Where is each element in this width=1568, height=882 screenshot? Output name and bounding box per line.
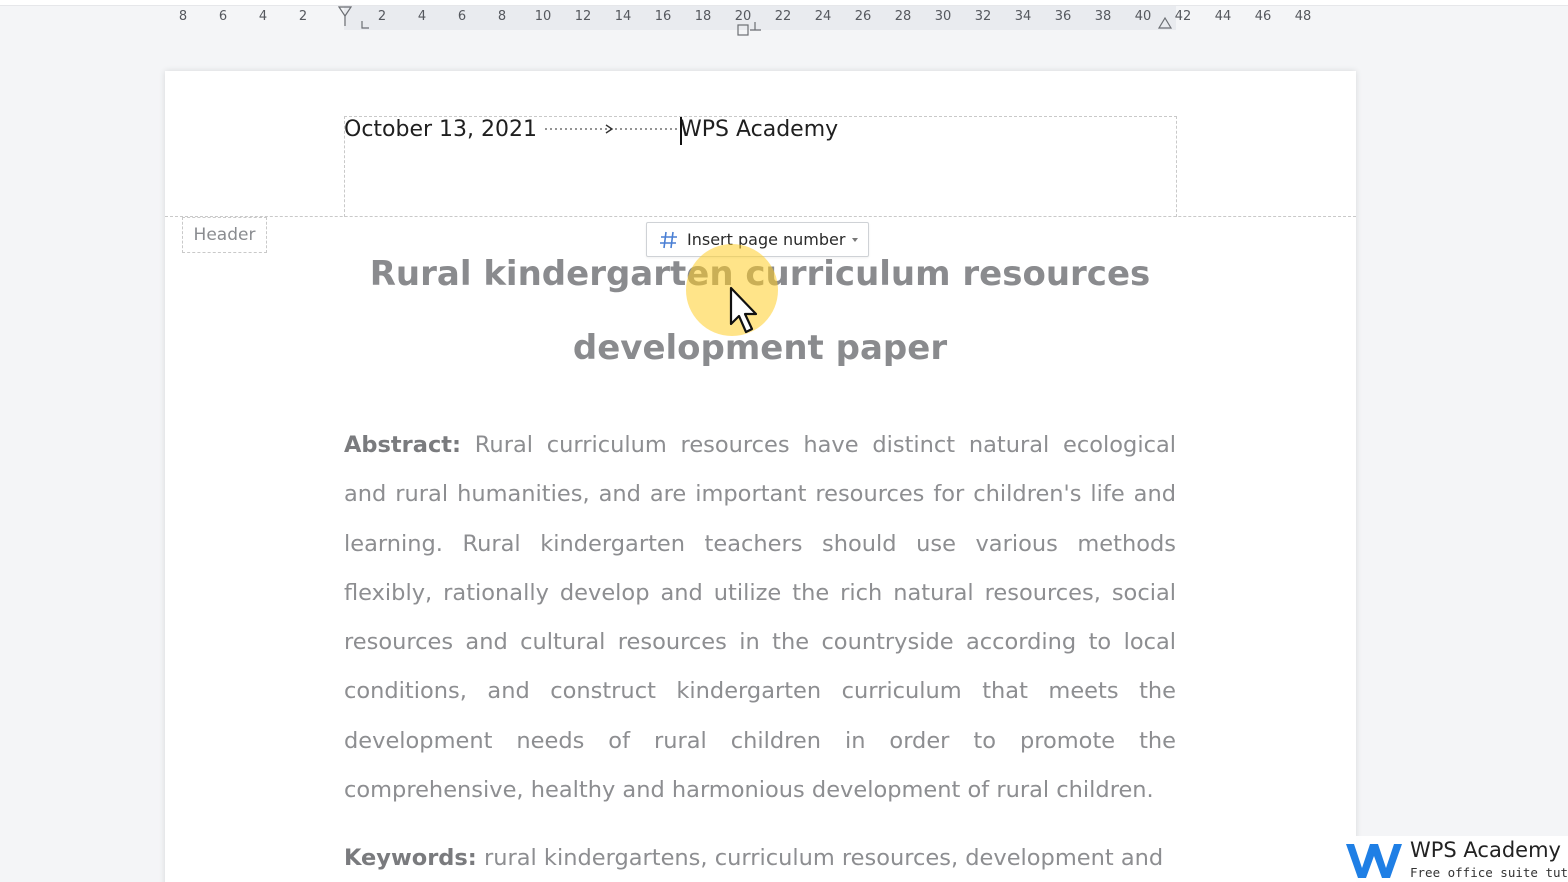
- mouse-pointer-icon: [729, 286, 758, 334]
- ruler-tick-label: 4: [258, 9, 268, 24]
- document-page[interactable]: October 13, 2021 WPS Academy Header Inse…: [165, 71, 1356, 882]
- ruler-tick-label: 8: [178, 9, 188, 24]
- ruler-tick-label: 36: [1054, 9, 1072, 24]
- ruler-tick-label: 46: [1254, 9, 1272, 24]
- ruler-tick-label: 8: [497, 9, 507, 24]
- tab-character-icon: [545, 124, 679, 134]
- ruler-tick-label: 30: [934, 9, 952, 24]
- keywords-paragraph[interactable]: Keywords: rural kindergartens, curriculu…: [344, 836, 1176, 880]
- ruler-tick-label: 22: [774, 9, 792, 24]
- keywords-label: Keywords:: [344, 845, 477, 871]
- brand-tagline: Free office suite tutorials: [1410, 865, 1568, 880]
- ruler-tick-label: 14: [614, 9, 632, 24]
- chevron-down-icon: [852, 237, 859, 242]
- left-tab-stop-icon[interactable]: [361, 20, 371, 30]
- hash-icon: [660, 231, 677, 248]
- first-line-indent-marker-icon[interactable]: [337, 6, 353, 28]
- ruler-tick-label: 44: [1214, 9, 1232, 24]
- horizontal-ruler[interactable]: 8 6 4 2 2 4 6 8 10 12 14 16 18 20 22 24 26 28 30 32 34 36 38 40…: [0, 6, 1568, 36]
- ruler-tick-label: 48: [1294, 9, 1312, 24]
- ruler-tick-label: 4: [417, 9, 427, 24]
- ruler-tick-label: 6: [218, 9, 228, 24]
- brand-name: WPS Academy: [1410, 838, 1561, 862]
- ruler-tick-label: 32: [974, 9, 992, 24]
- wps-logo-icon: [1346, 844, 1402, 878]
- header-label: Header: [182, 217, 267, 253]
- header-right-text[interactable]: WPS Academy: [680, 117, 838, 142]
- ruler-tick-label: 16: [654, 9, 672, 24]
- ruler-tick-label: 10: [534, 9, 552, 24]
- ruler-tick-label: 2: [377, 9, 387, 24]
- abstract-text: Rural curriculum resources have distinct…: [344, 432, 1176, 804]
- ruler-tick-label: 12: [574, 9, 592, 24]
- ruler-tick-label: 40: [1134, 9, 1152, 24]
- ruler-tick-label: 34: [1014, 9, 1032, 24]
- center-tab-stop-icon[interactable]: [737, 20, 769, 38]
- ruler-tick-label: 6: [457, 9, 467, 24]
- ruler-tick-label: 28: [894, 9, 912, 24]
- ruler-tick-label: 38: [1094, 9, 1112, 24]
- right-indent-marker-icon[interactable]: [1157, 16, 1173, 30]
- header-date[interactable]: October 13, 2021: [344, 117, 537, 142]
- ruler-tick-label: 26: [854, 9, 872, 24]
- ruler-tick-label: 24: [814, 9, 832, 24]
- ruler-tick-label: 2: [298, 9, 308, 24]
- ruler-tick-label: 18: [694, 9, 712, 24]
- insert-page-number-label: Insert page number: [687, 230, 846, 249]
- wps-academy-watermark: WPS Academy Free office suite tutorials: [1342, 836, 1568, 882]
- text-caret: [680, 117, 682, 145]
- header-boundary-line: [165, 216, 1356, 217]
- abstract-paragraph[interactable]: Abstract: Rural curriculum resources hav…: [344, 421, 1176, 815]
- abstract-label: Abstract:: [344, 432, 462, 458]
- keywords-text: rural kindergartens, curriculum resource…: [476, 845, 1164, 871]
